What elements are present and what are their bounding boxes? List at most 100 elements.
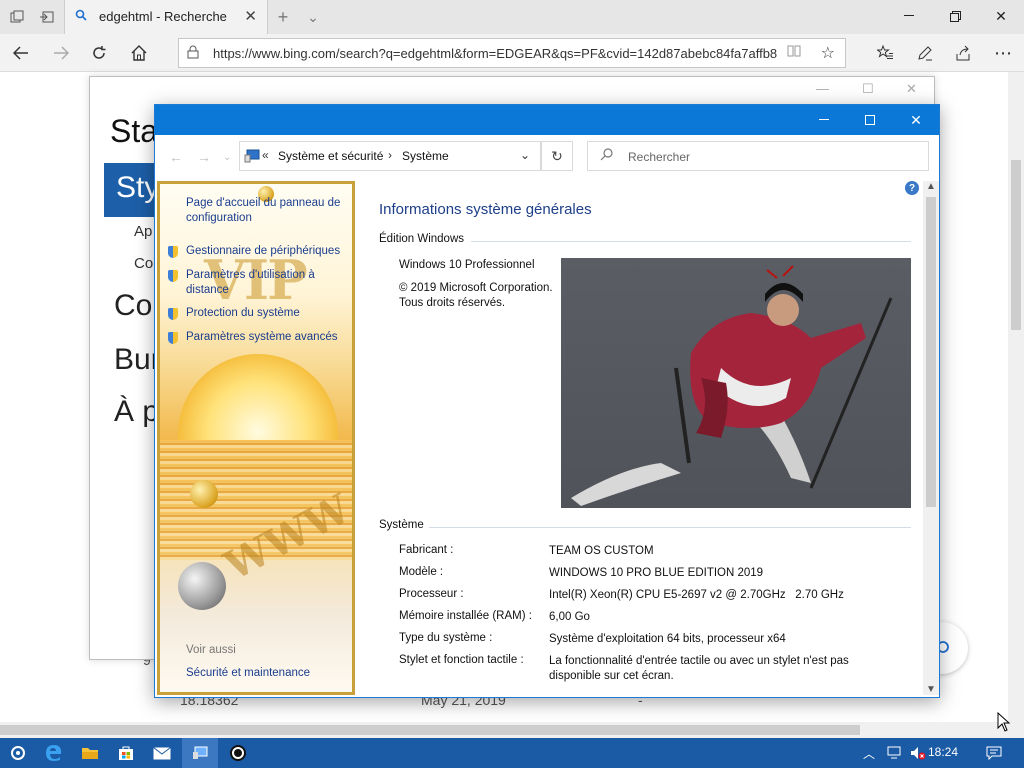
minimize-button[interactable] bbox=[886, 0, 932, 32]
left-pane: VIP WWW Page d'accueil du panneau de con… bbox=[157, 181, 355, 695]
processor-label: Processeur : bbox=[399, 588, 464, 600]
copyright-line: Tous droits réservés. bbox=[399, 297, 506, 309]
section-divider bbox=[471, 241, 911, 242]
tab-title: edgehtml - Recherche bbox=[99, 9, 227, 24]
close-tab-icon[interactable]: ✕ bbox=[244, 7, 257, 25]
system-maximize-button[interactable] bbox=[847, 105, 893, 135]
volume-muted-icon[interactable] bbox=[906, 738, 930, 768]
remote-settings-link[interactable]: Paramètres d'utilisation à distance bbox=[186, 268, 352, 298]
home-icon[interactable] bbox=[126, 41, 152, 65]
security-maintenance-link[interactable]: Sécurité et maintenance bbox=[186, 667, 310, 679]
taskbar-clock[interactable]: 18:24 bbox=[928, 745, 958, 759]
settings-item[interactable]: Co bbox=[134, 255, 153, 272]
control-panel-icon bbox=[244, 149, 260, 163]
forward-arrow-icon[interactable]: → bbox=[197, 149, 211, 165]
control-panel-taskbar-icon[interactable] bbox=[182, 738, 218, 768]
recent-locations-icon[interactable]: ⌄ bbox=[223, 152, 231, 163]
favorite-star-icon[interactable]: ☆ bbox=[821, 43, 835, 63]
settings-close-icon[interactable]: ✕ bbox=[906, 81, 917, 97]
cp-home-link[interactable]: Page d'accueil du panneau de configurati… bbox=[186, 196, 352, 226]
reading-view-icon[interactable] bbox=[787, 44, 801, 61]
breadcrumb-root[interactable]: « bbox=[262, 148, 269, 162]
ram-label: Mémoire installée (RAM) : bbox=[399, 610, 532, 622]
forward-arrow-icon[interactable] bbox=[48, 41, 74, 65]
system-close-button[interactable]: ✕ bbox=[893, 105, 939, 135]
show-hidden-icons-icon[interactable]: ︿ bbox=[856, 738, 882, 768]
address-bar[interactable]: https://www.bing.com/search?q=edgehtml&f… bbox=[178, 38, 846, 68]
network-icon[interactable] bbox=[882, 738, 908, 768]
shield-icon bbox=[168, 270, 178, 282]
scroll-up-icon[interactable]: ▲ bbox=[926, 181, 936, 192]
lock-icon bbox=[187, 45, 199, 62]
search-icon bbox=[600, 148, 613, 164]
device-manager-link[interactable]: Gestionnaire de périphériques bbox=[186, 244, 352, 259]
help-icon[interactable]: ? bbox=[905, 181, 919, 195]
mouse-cursor-icon bbox=[997, 711, 1011, 737]
main-content: ? Informations système générales Édition… bbox=[359, 181, 923, 695]
set-aside-tabs-icon[interactable] bbox=[36, 6, 58, 28]
manufacturer-value: TEAM OS CUSTOM bbox=[549, 545, 654, 557]
content-vertical-scrollbar[interactable]: ▲ ▼ bbox=[923, 181, 939, 695]
system-type-value: Système d'exploitation 64 bits, processe… bbox=[549, 633, 786, 645]
store-icon[interactable] bbox=[108, 738, 144, 768]
mail-icon[interactable] bbox=[144, 738, 180, 768]
pen-icon[interactable] bbox=[912, 41, 938, 65]
settings-maximize-icon[interactable]: ☐ bbox=[862, 81, 874, 97]
share-icon[interactable] bbox=[950, 41, 976, 65]
copyright-line: © 2019 Microsoft Corporation. bbox=[399, 282, 553, 294]
more-options-icon[interactable]: ⋯ bbox=[990, 41, 1016, 65]
shield-icon bbox=[168, 308, 178, 320]
edge-icon[interactable] bbox=[36, 738, 72, 768]
file-explorer-icon[interactable] bbox=[72, 738, 108, 768]
tab-manager-icon[interactable] bbox=[6, 6, 28, 28]
scroll-down-icon[interactable]: ▼ bbox=[926, 684, 936, 695]
page-vertical-scrollbar[interactable] bbox=[1008, 72, 1024, 722]
circle-app-icon[interactable] bbox=[220, 738, 256, 768]
breadcrumb[interactable]: « Système et sécurité › Système ⌄ bbox=[239, 141, 541, 171]
refresh-icon[interactable] bbox=[86, 41, 112, 65]
shield-icon bbox=[168, 332, 178, 344]
system-header: Système bbox=[379, 519, 424, 531]
refresh-button[interactable]: ↻ bbox=[541, 141, 573, 171]
settings-selected-item[interactable]: Sty bbox=[104, 163, 159, 217]
restore-button[interactable] bbox=[932, 0, 978, 32]
close-browser-button[interactable]: ✕ bbox=[978, 0, 1024, 32]
system-minimize-button[interactable] bbox=[801, 105, 847, 135]
new-tab-button[interactable]: + bbox=[272, 6, 294, 28]
system-protection-link[interactable]: Protection du système bbox=[186, 306, 352, 321]
notifications-icon[interactable] bbox=[976, 738, 1012, 768]
edition-header: Édition Windows bbox=[379, 233, 465, 245]
settings-big-item[interactable]: À p bbox=[114, 395, 159, 429]
url-text[interactable]: https://www.bing.com/search?q=edgehtml&f… bbox=[213, 46, 783, 61]
chevron-down-icon[interactable]: ⌄ bbox=[520, 148, 530, 162]
control-panel-search[interactable]: Rechercher bbox=[587, 141, 929, 171]
system-type-label: Type du système : bbox=[399, 632, 493, 644]
back-arrow-icon[interactable]: ← bbox=[169, 149, 183, 165]
ram-value: 6,00 Go bbox=[549, 611, 590, 623]
search-icon bbox=[75, 9, 89, 23]
model-value: WINDOWS 10 PRO BLUE EDITION 2019 bbox=[549, 567, 764, 579]
explorer-nav-bar: ← → ⌄ « Système et sécurité › Système ⌄ … bbox=[155, 135, 939, 179]
system-titlebar[interactable]: ✕ bbox=[155, 105, 939, 135]
system-window: ✕ ← → ⌄ « Système et sécurité › Système … bbox=[154, 104, 940, 698]
start-button[interactable] bbox=[0, 738, 36, 768]
section-divider bbox=[429, 527, 911, 528]
page-title: Informations système générales bbox=[379, 201, 592, 218]
page-horizontal-scrollbar[interactable] bbox=[0, 722, 1024, 738]
breadcrumb-item[interactable]: Système et sécurité bbox=[278, 149, 383, 163]
edition-name: Windows 10 Professionnel bbox=[399, 259, 535, 271]
tab-list-chevron-icon[interactable]: ⌄ bbox=[302, 6, 324, 28]
breadcrumb-item[interactable]: Système bbox=[402, 149, 449, 163]
advanced-settings-link[interactable]: Paramètres système avancés bbox=[186, 330, 352, 345]
settings-heading: Sta bbox=[110, 113, 159, 149]
sun-decoration bbox=[178, 354, 338, 440]
tab-active[interactable]: edgehtml - Recherche ✕ bbox=[64, 0, 268, 34]
search-placeholder: Rechercher bbox=[628, 150, 691, 164]
model-label: Modèle : bbox=[399, 566, 444, 578]
back-arrow-icon[interactable] bbox=[8, 41, 34, 65]
settings-minimize-icon[interactable]: — bbox=[816, 81, 829, 96]
oem-logo-image bbox=[561, 258, 911, 508]
scrollbar-thumb[interactable] bbox=[926, 197, 936, 507]
settings-item[interactable]: Ap bbox=[134, 223, 152, 240]
favorites-hub-icon[interactable] bbox=[872, 41, 898, 65]
